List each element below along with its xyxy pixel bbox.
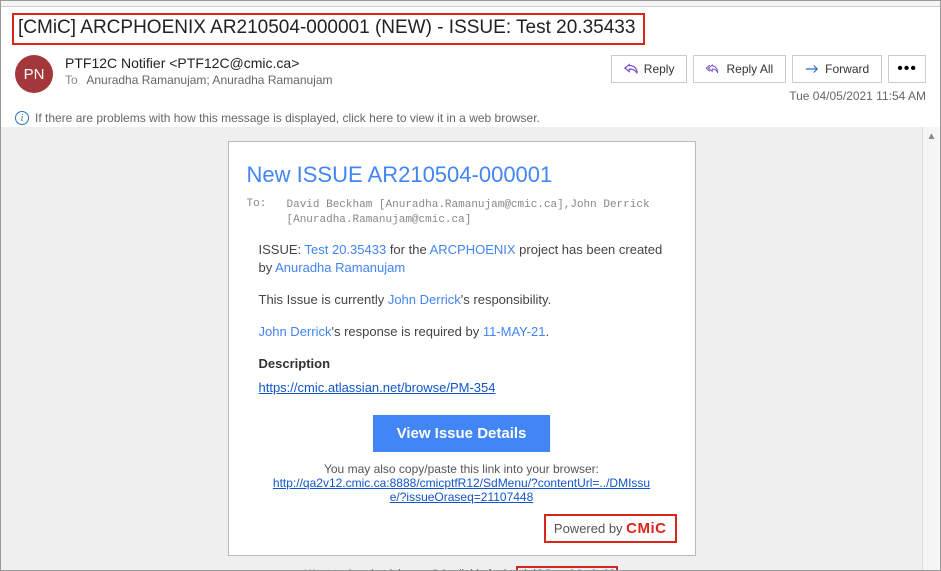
card-line-created: ISSUE: Test 20.35433 for the ARCPHOENIX … (259, 241, 677, 277)
sender-avatar: PN (15, 55, 53, 93)
text: 's response is required by (331, 324, 482, 339)
app-links-box: th iOS and Android (516, 566, 618, 570)
message-body-pane: New ISSUE AR210504-000001 To: David Beck… (1, 127, 922, 570)
project-link[interactable]: ARCPHOENIX (430, 242, 516, 257)
notification-card: New ISSUE AR210504-000001 To: David Beck… (228, 141, 696, 556)
text: th (521, 568, 533, 570)
text: and (552, 568, 576, 570)
info-icon: i (15, 111, 29, 125)
info-bar-text: If there are problems with how this mess… (35, 111, 540, 125)
forward-label: Forward (825, 62, 869, 76)
android-link[interactable]: Android (576, 568, 614, 570)
text: 's responsibility. (461, 292, 551, 307)
card-title: New ISSUE AR210504-000001 (247, 162, 677, 188)
recipients-line: To Anuradha Ramanujam; Anuradha Ramanuja… (65, 73, 611, 87)
reply-all-label: Reply All (726, 62, 773, 76)
timestamp: Tue 04/05/2021 11:54 AM (611, 89, 926, 103)
vertical-scrollbar[interactable]: ▲ (922, 127, 940, 570)
due-date: 11-MAY-21 (483, 324, 546, 339)
forward-button[interactable]: Forward (792, 55, 882, 83)
copy-link-row: http://qa2v12.cmic.ca:8888/cmicptfR12/Sd… (247, 476, 677, 504)
deep-link[interactable]: http://qa2v12.cmic.ca:8888/cmicptfR12/Sd… (273, 476, 650, 504)
recipients: Anuradha Ramanujam; Anuradha Ramanujam (86, 73, 332, 87)
scroll-up-arrow-icon[interactable]: ▲ (923, 127, 940, 145)
text: for the (386, 242, 429, 257)
card-line-due: John Derrick's response is required by 1… (259, 323, 677, 341)
text: This Issue is currently (259, 292, 388, 307)
reply-icon (624, 62, 638, 76)
card-to-value: David Beckham [Anuradha.Ramanujam@cmic.c… (287, 198, 677, 229)
to-label: To (65, 73, 78, 87)
ellipsis-icon: ••• (897, 60, 917, 77)
responder-link[interactable]: John Derrick (259, 324, 332, 339)
text: . (545, 324, 549, 339)
card-to-row: To: David Beckham [Anuradha.Ramanujam@cm… (247, 198, 677, 229)
cmic-logo: CMiC (626, 520, 666, 537)
forward-icon (805, 62, 819, 76)
subject-line: [CMiC] ARCPHOENIX AR210504-000001 (NEW) … (12, 13, 645, 45)
copy-instruction: You may also copy/paste this link into y… (247, 462, 677, 476)
reply-all-icon (706, 62, 720, 76)
powered-by-row: Powered by CMiC (247, 514, 677, 543)
email-header: [CMiC] ARCPHOENIX AR210504-000001 (NEW) … (1, 1, 940, 111)
more-actions-button[interactable]: ••• (888, 55, 926, 83)
reply-label: Reply (644, 62, 675, 76)
text: Want to download the app? Available for … (305, 568, 517, 570)
ios-link[interactable]: iOS (533, 568, 551, 570)
sender-name: PTF12C Notifier <PTF12C@cmic.ca> (65, 55, 611, 71)
issue-link[interactable]: Test 20.35433 (305, 242, 387, 257)
description-label: Description (259, 356, 677, 371)
card-to-label: To: (247, 198, 287, 229)
powered-by-box: Powered by CMiC (544, 514, 677, 543)
text: ISSUE: (259, 242, 305, 257)
reply-button[interactable]: Reply (611, 55, 688, 83)
download-footer: Want to download the app? Available for … (15, 566, 908, 570)
responsible-person-link[interactable]: John Derrick (388, 292, 461, 307)
card-line-responsibility: This Issue is currently John Derrick's r… (259, 291, 677, 309)
ribbon-border (1, 1, 940, 7)
view-issue-button[interactable]: View Issue Details (373, 415, 551, 452)
creator-link[interactable]: Anuradha Ramanujam (275, 260, 405, 275)
description-body: https://cmic.atlassian.net/browse/PM-354 (259, 379, 677, 397)
powered-by-text: Powered by (554, 521, 626, 536)
reply-all-button[interactable]: Reply All (693, 55, 786, 83)
description-link[interactable]: https://cmic.atlassian.net/browse/PM-354 (259, 380, 496, 395)
